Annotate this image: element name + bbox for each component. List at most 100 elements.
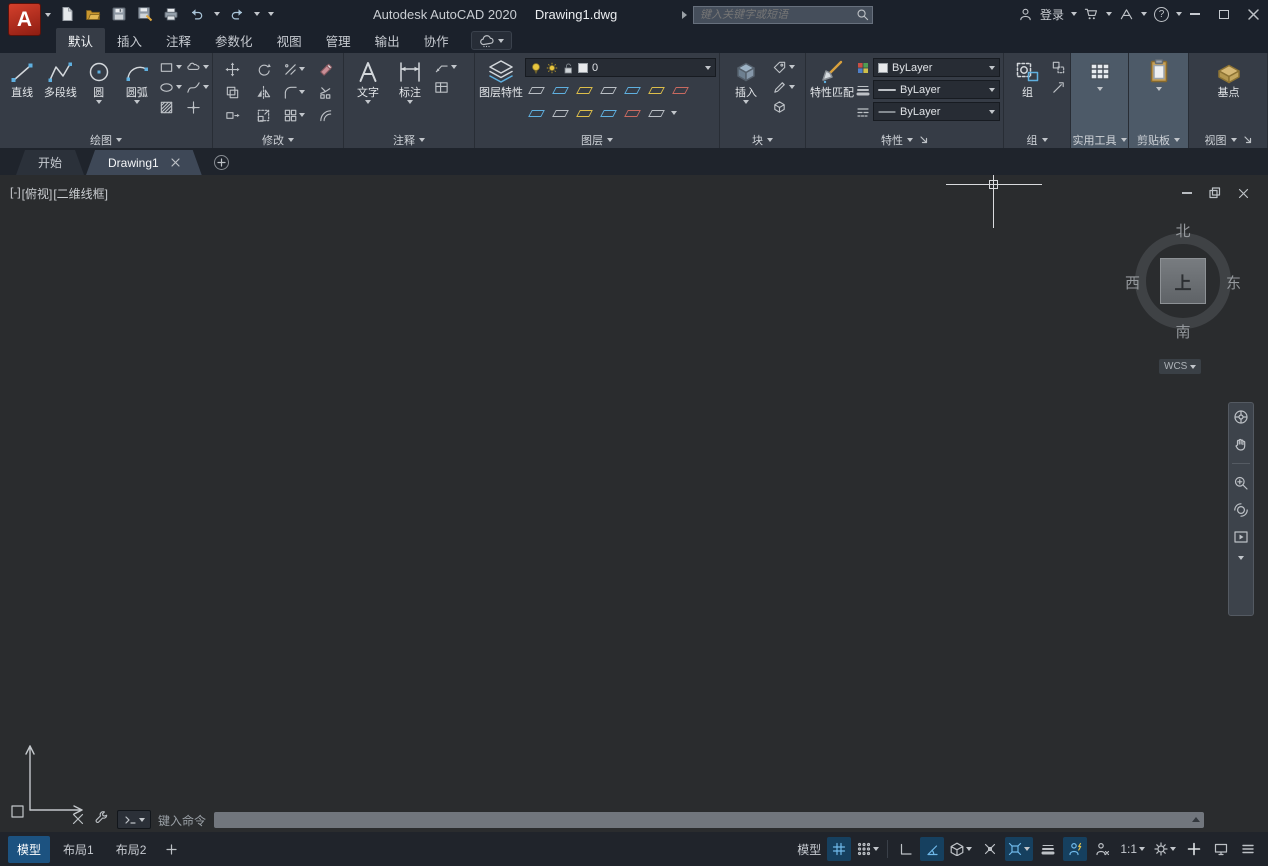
- graphics-performance-button[interactable]: [1209, 837, 1233, 861]
- viewcube-top-face[interactable]: 上: [1160, 258, 1206, 304]
- help-icon[interactable]: ?: [1154, 7, 1169, 22]
- viewcube-south[interactable]: 南: [1175, 321, 1190, 342]
- search-collapse-icon[interactable]: [682, 11, 687, 19]
- login-arrow-icon[interactable]: [1071, 12, 1077, 16]
- autodesk-arrow-icon[interactable]: [1141, 12, 1147, 16]
- arc-button[interactable]: 圆弧: [119, 56, 155, 104]
- app-menu-arrow-icon[interactable]: [45, 13, 51, 17]
- edit-attributes-button[interactable]: [770, 59, 788, 75]
- command-input[interactable]: 键入命令: [158, 812, 206, 829]
- base-point-button[interactable]: 基点: [1207, 56, 1251, 99]
- fillet-arrow-icon[interactable]: [299, 90, 305, 94]
- delete-layer-button[interactable]: [623, 105, 641, 121]
- ellipse-button[interactable]: [157, 79, 175, 95]
- object-snap-tracking-toggle[interactable]: [978, 837, 1002, 861]
- snap-toggle[interactable]: [854, 837, 882, 861]
- move-button[interactable]: [217, 60, 247, 78]
- table-button[interactable]: [432, 79, 450, 95]
- showmotion-button[interactable]: [1233, 529, 1249, 545]
- sign-in-person-icon[interactable]: [1018, 7, 1033, 22]
- commandline-close-icon[interactable]: [72, 813, 84, 825]
- text-button[interactable]: 文字: [348, 56, 388, 104]
- trim-arrow-icon[interactable]: [299, 67, 305, 71]
- navbar-customize-arrow-icon[interactable]: [1238, 556, 1244, 560]
- dimension-button[interactable]: 标注: [390, 56, 430, 104]
- array-arrow-icon[interactable]: [299, 113, 305, 117]
- file-tab-drawing1[interactable]: Drawing1: [86, 150, 202, 175]
- array-button[interactable]: [279, 106, 309, 124]
- stretch-button[interactable]: [217, 106, 247, 124]
- leader-arrow-icon[interactable]: [451, 65, 457, 69]
- previous-layer-button[interactable]: [575, 105, 593, 121]
- command-history-arrow-icon[interactable]: [1192, 817, 1200, 822]
- merge-layer-button[interactable]: [599, 105, 617, 121]
- layer-lock-icon[interactable]: [562, 62, 574, 74]
- ellipse-arrow-icon[interactable]: [176, 85, 182, 89]
- tab-view[interactable]: 视图: [265, 28, 314, 53]
- ucs-icon[interactable]: [4, 736, 104, 828]
- close-button[interactable]: [1246, 7, 1260, 21]
- model-tab[interactable]: 模型: [8, 836, 50, 863]
- panel-label-block[interactable]: 块: [720, 131, 805, 148]
- view-expander-icon[interactable]: [1244, 136, 1252, 144]
- viewcube[interactable]: 北 南 西 东 上: [1128, 218, 1238, 344]
- layer-dropdown-arrow-icon[interactable]: [705, 66, 711, 70]
- layer-color-swatch[interactable]: [578, 63, 588, 73]
- paste-button[interactable]: [1139, 56, 1179, 91]
- viewcube-west[interactable]: 西: [1125, 272, 1140, 293]
- viewcube-north[interactable]: 北: [1175, 220, 1190, 241]
- group-button[interactable]: 组: [1008, 56, 1047, 99]
- fillet-button[interactable]: [279, 83, 309, 101]
- spline-arrow-icon[interactable]: [203, 85, 209, 89]
- cart-arrow-icon[interactable]: [1106, 12, 1112, 16]
- layer-on-bulb-icon[interactable]: [530, 62, 542, 74]
- layer-isolate-button[interactable]: [551, 82, 569, 98]
- paste-arrow-icon[interactable]: [1156, 87, 1162, 91]
- leader-button[interactable]: [432, 59, 450, 75]
- app-store-cart-icon[interactable]: [1084, 7, 1099, 22]
- zoom-button[interactable]: [1233, 475, 1249, 491]
- edit-attributes-arrow-icon[interactable]: [789, 65, 795, 69]
- explode-button[interactable]: [310, 83, 340, 101]
- full-navigation-wheel-button[interactable]: [1233, 409, 1249, 425]
- layer-tools-arrow-icon[interactable]: [671, 111, 677, 115]
- doc-restore-button[interactable]: [1208, 186, 1222, 200]
- app-logo[interactable]: A: [8, 3, 41, 36]
- doc-minimize-button[interactable]: [1180, 186, 1194, 200]
- dimension-arrow-icon[interactable]: [407, 100, 413, 104]
- plot-button[interactable]: [162, 5, 180, 23]
- help-arrow-icon[interactable]: [1176, 12, 1182, 16]
- panel-label-layers[interactable]: 图层: [475, 131, 719, 148]
- grid-toggle[interactable]: [827, 837, 851, 861]
- block-editor-button[interactable]: [770, 99, 788, 115]
- redo-history-arrow-icon[interactable]: [254, 12, 260, 16]
- layer-freeze-button[interactable]: [575, 82, 593, 98]
- pan-button[interactable]: [1233, 436, 1249, 452]
- tab-insert[interactable]: 插入: [105, 28, 154, 53]
- insert-arrow-icon[interactable]: [743, 100, 749, 104]
- tab-manage[interactable]: 管理: [314, 28, 363, 53]
- ungroup-button[interactable]: [1049, 59, 1067, 75]
- layer-walk-button[interactable]: [647, 105, 665, 121]
- model-space-label[interactable]: 模型: [794, 837, 824, 861]
- tab-output[interactable]: 输出: [363, 28, 412, 53]
- autodesk-a-icon[interactable]: [1119, 7, 1134, 22]
- polar-tracking-toggle[interactable]: [920, 837, 944, 861]
- ortho-toggle[interactable]: [893, 837, 917, 861]
- rectangle-arrow-icon[interactable]: [176, 65, 182, 69]
- insert-block-button[interactable]: 插入: [724, 56, 768, 104]
- recent-commands-button[interactable]: [117, 810, 151, 829]
- new-drawing-tab-button[interactable]: [214, 155, 229, 170]
- spline-button[interactable]: [184, 79, 202, 95]
- annotation-scale-arrow-icon[interactable]: [1139, 847, 1145, 851]
- circle-arrow-icon[interactable]: [96, 100, 102, 104]
- layer-lock-button[interactable]: [599, 82, 617, 98]
- tab-parametric[interactable]: 参数化: [203, 28, 265, 53]
- mirror-button[interactable]: [248, 83, 278, 101]
- customize-status-button[interactable]: [1236, 837, 1260, 861]
- hatch-button[interactable]: [157, 99, 175, 115]
- tab-annotate[interactable]: 注释: [154, 28, 203, 53]
- annotation-scale-button[interactable]: 1:1: [1117, 837, 1148, 861]
- qat-customize-arrow-icon[interactable]: [268, 12, 274, 16]
- undo-button[interactable]: [188, 5, 206, 23]
